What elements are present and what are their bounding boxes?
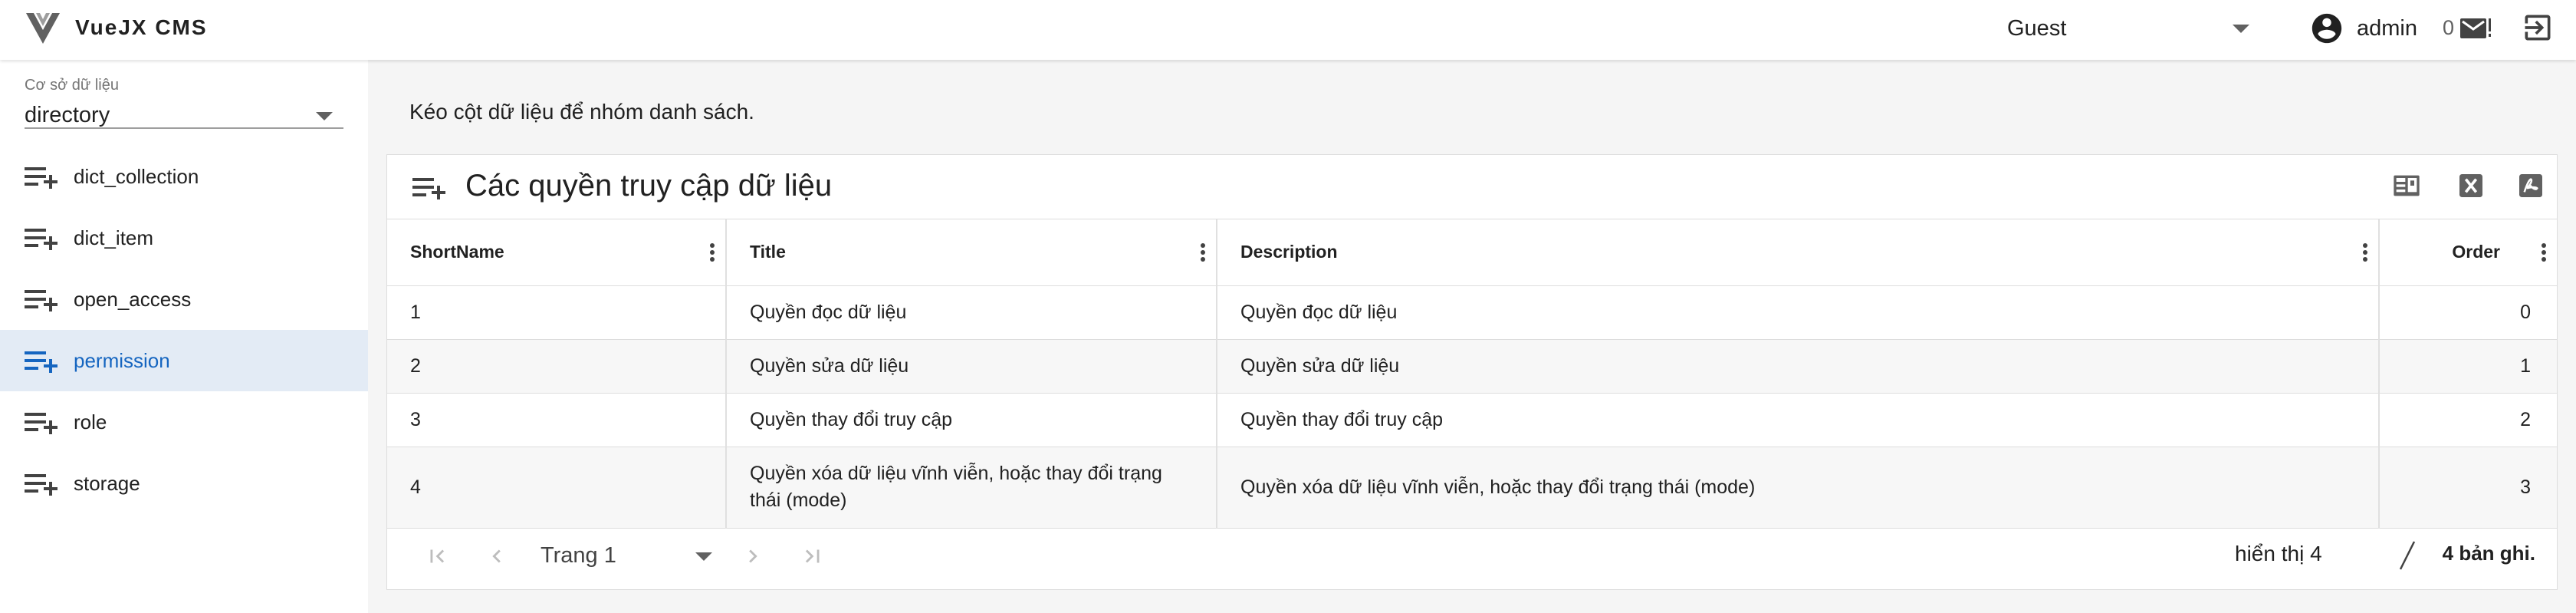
mail-alert-icon [2460,18,2492,38]
cell-order: 0 [2520,301,2531,323]
playlist-add-icon [412,178,445,199]
more-vert-icon[interactable] [2363,243,2367,262]
sidebar: Cơ sở dữ liệu directory dict_collection … [0,60,368,613]
role-select[interactable]: Guest [2007,9,2268,48]
chevron-right-icon [749,549,757,563]
data-table: ShortName Title Description Order 1 Quyề… [387,219,2557,529]
cell-description: Quyền thay đổi truy cập [1217,393,2380,447]
cell-shortname: 2 [387,339,727,393]
cell-title: Quyền xóa dữ liệu vĩnh viễn, hoặc thay đ… [726,447,1217,528]
page-select[interactable]: Trang 1 [540,539,712,574]
cell-shortname: 3 [387,393,727,447]
data-grid-card: Các quyền truy cập dữ liệu ShortName Tit… [386,154,2558,590]
user-name: admin [2357,15,2417,41]
playlist-add-icon [25,413,58,434]
sidebar-item-label: permission [74,348,170,372]
sidebar-item-role[interactable]: role [0,391,368,453]
column-header-label: ShortName [410,242,504,262]
rows-shown-label: hiển thị 4 [2235,542,2322,565]
chevron-left-icon [492,549,501,563]
playlist-add-icon [25,474,58,496]
sidebar-item-label: open_access [74,287,192,311]
total-records-label: 4 bản ghi. [2442,542,2535,565]
role-select-value: Guest [2007,15,2067,41]
notifications-button[interactable]: 0 [2443,12,2492,43]
app-brand: VueJX CMS [75,15,208,39]
last-page-button[interactable] [800,543,826,569]
cell-shortname: 4 [387,447,727,528]
column-header-label: Title [750,242,786,262]
export-pdf-button[interactable] [2515,170,2546,201]
playlist-add-icon [25,167,58,189]
chevron-down-icon [695,552,712,561]
prev-page-button[interactable] [484,543,510,569]
database-select-value: directory [25,103,110,127]
last-page-icon [805,549,820,563]
table-header-row: ShortName Title Description Order [387,219,2557,285]
cell-title: Quyền thay đổi truy cập [726,393,1217,447]
pdf-icon [2519,174,2542,197]
playlist-add-icon [25,229,58,250]
playlist-add-icon [25,290,58,311]
more-vert-icon[interactable] [1201,243,1205,262]
playlist-add-icon [25,351,58,373]
cell-description: Quyền xóa dữ liệu vĩnh viễn, hoặc thay đ… [1217,447,2380,528]
sidebar-item-label: dict_item [74,226,154,249]
logout-icon[interactable] [2521,11,2555,44]
table-row[interactable]: 3 Quyền thay đổi truy cập Quyền thay đổi… [387,393,2557,447]
excel-icon [2459,174,2482,197]
sidebar-item-label: role [74,410,107,433]
cell-title: Quyền đọc dữ liệu [726,285,1217,339]
column-chooser-button[interactable] [2391,170,2422,201]
column-header-description[interactable]: Description [1217,219,2380,285]
sidebar-item-label: dict_collection [74,164,199,188]
sidebar-item-storage[interactable]: storage [0,453,368,514]
first-page-button[interactable] [424,543,450,569]
select-underline [25,127,343,129]
sidebar-item-label: storage [74,471,140,495]
page-title: Các quyền truy cập dữ liệu [465,169,833,203]
collection-nav: dict_collection dict_item open_access pe… [0,146,368,514]
table-row[interactable]: 2 Quyền sửa dữ liệu Quyền sửa dữ liệu 1 [387,339,2557,393]
group-by-hint: Kéo cột dữ liệu để nhóm danh sách. [409,100,754,124]
user-menu[interactable]: admin [2309,9,2417,48]
pagination-bar: Trang 1 hiển thị 4 4 bản ghi. [387,523,2557,589]
cell-shortname: 1 [387,285,727,339]
column-header-title[interactable]: Title [726,219,1217,285]
database-select-label: Cơ sở dữ liệu [25,77,119,94]
cell-description: Quyền sửa dữ liệu [1217,339,2380,393]
sidebar-item-permission[interactable]: permission [0,330,368,391]
first-page-icon [430,549,445,563]
sidebar-item-dict-collection[interactable]: dict_collection [0,146,368,207]
sidebar-item-dict-item[interactable]: dict_item [0,207,368,269]
notification-count: 0 [2443,15,2455,39]
cell-order: 2 [2520,408,2531,430]
table-row[interactable]: 4 Quyền xóa dữ liệu vĩnh viễn, hoặc thay… [387,447,2557,528]
column-header-label: Description [1240,242,1338,262]
more-vert-icon[interactable] [2542,243,2546,262]
cell-description: Quyền đọc dữ liệu [1217,285,2380,339]
export-excel-button[interactable] [2456,170,2486,201]
chevron-down-icon [316,112,333,120]
next-page-button[interactable] [740,543,766,569]
column-header-shortname[interactable]: ShortName [387,219,727,285]
column-header-label: Order [2452,242,2500,262]
cell-order: 1 [2520,354,2531,377]
divider-slash-icon [2399,541,2416,570]
page-select-value: Trang 1 [540,543,616,568]
cell-title: Quyền sửa dữ liệu [726,339,1217,393]
column-chooser-icon [2394,175,2420,196]
cell-order: 3 [2520,476,2531,498]
app-bar: VueJX CMS Guest admin 0 [0,0,2576,60]
database-select[interactable]: Cơ sở dữ liệu directory [25,68,343,129]
card-header: Các quyền truy cập dữ liệu [387,155,2557,219]
column-header-order[interactable]: Order [2379,219,2557,285]
table-row[interactable]: 1 Quyền đọc dữ liệu Quyền đọc dữ liệu 0 [387,285,2557,339]
sidebar-item-open-access[interactable]: open_access [0,269,368,330]
vue-logo-icon[interactable] [26,13,60,44]
chevron-down-icon [2233,25,2249,33]
more-vert-icon[interactable] [710,243,715,262]
account-circle-icon [2312,13,2342,44]
